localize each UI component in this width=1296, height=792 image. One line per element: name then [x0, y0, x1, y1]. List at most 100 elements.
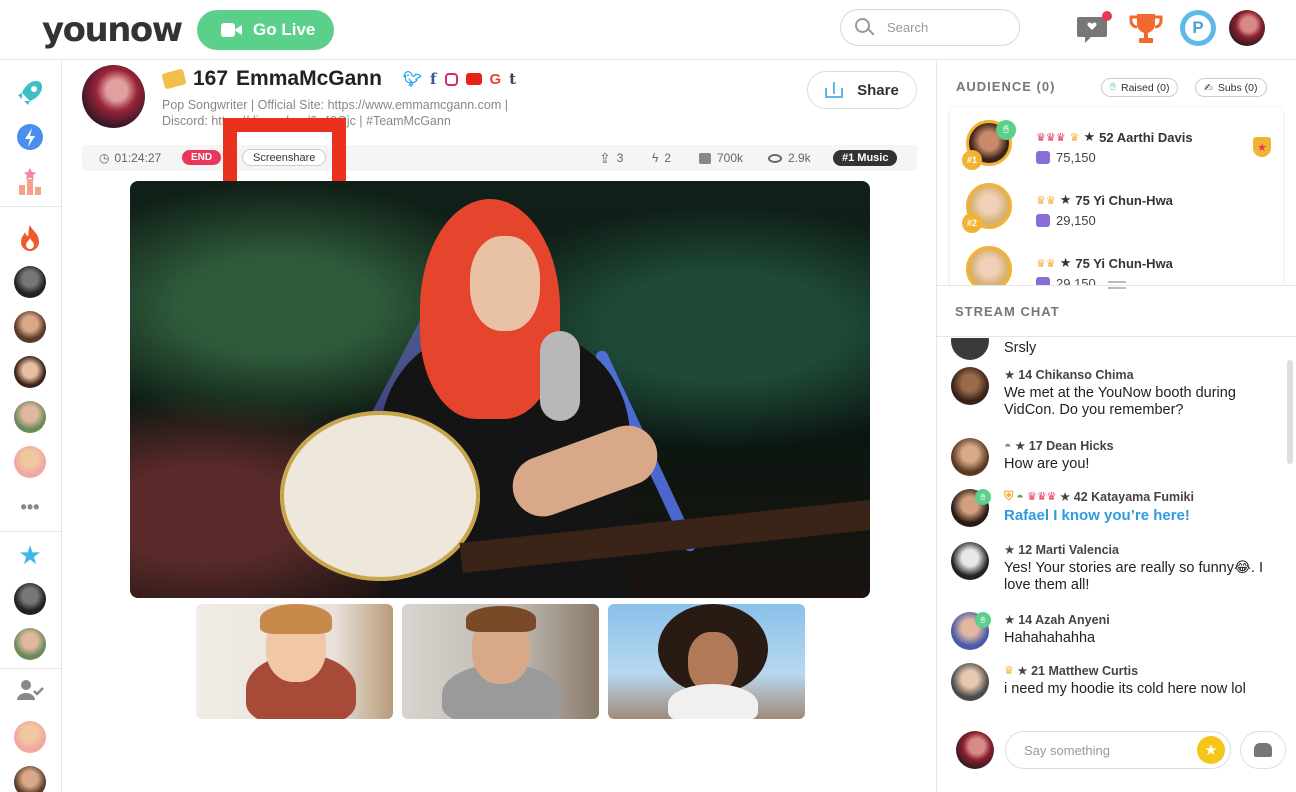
guest-thumbnail-3[interactable]: [608, 604, 805, 719]
broadcaster-avatar[interactable]: [82, 65, 145, 128]
favorite-avatar-2[interactable]: [14, 628, 46, 660]
boosts-count: ϟ 2: [652, 145, 671, 171]
lightning-small-icon: ϟ: [652, 151, 659, 165]
thumbs-up-icon: [1036, 214, 1050, 227]
go-live-button[interactable]: Go Live: [197, 10, 334, 50]
thumbs-up-icon: [699, 152, 711, 164]
search-icon: [855, 17, 875, 38]
trophy-icon[interactable]: [1128, 10, 1164, 46]
chat-text: i need my hoodie its cold here now lol: [1004, 681, 1246, 697]
likes-value: 700k: [717, 151, 744, 165]
viewers-value: 2.9k: [788, 151, 811, 165]
my-chat-avatar: [956, 731, 994, 769]
top-bar: younow Go Live Search P: [0, 0, 1296, 60]
member-name: ♛♛ ★ 75 Yi Chun-Hwa: [1036, 255, 1173, 271]
following-avatar-2[interactable]: [14, 766, 46, 792]
member-likes: 29,150: [1036, 213, 1096, 228]
google-icon[interactable]: G: [490, 71, 502, 88]
shares-count: ⇪ 3: [599, 145, 623, 171]
chat-username[interactable]: ◓ ★ 17 Dean Hicks: [1004, 438, 1114, 454]
share-label: Share: [857, 81, 899, 99]
youtube-icon[interactable]: [465, 73, 482, 85]
gifts-button[interactable]: [1240, 731, 1286, 769]
live-video[interactable]: [130, 181, 870, 598]
trending-fire-icon[interactable]: [14, 222, 46, 254]
audience-member[interactable]: #2 ♛♛ ★ 75 Yi Chun-Hwa 29,150: [950, 175, 1283, 235]
chat-avatar[interactable]: [951, 663, 989, 701]
chat-text: How are you!: [1004, 456, 1090, 472]
more-icon[interactable]: •••: [14, 491, 46, 523]
streamer-avatar-3[interactable]: [14, 356, 46, 388]
audience-member[interactable]: ✋︎ #1 ♛♛♛ ♛ ★ 52 Aarthi Davis 75,150 ★: [950, 112, 1283, 172]
viewers-count: 2.9k: [768, 145, 811, 171]
lightning-icon[interactable]: [14, 121, 46, 153]
subs-label: Subs (0): [1217, 81, 1258, 94]
chat-avatar[interactable]: [951, 438, 989, 476]
stream-stats-bar: ◷ 01:24:27 END Screenshare ⇪ 3 ϟ 2 700k …: [82, 145, 917, 171]
broadcaster-name[interactable]: EmmaMcGann: [236, 67, 382, 91]
audience-member[interactable]: ♛♛ ★ 75 Yi Chun-Hwa 29,150: [950, 238, 1283, 287]
guest-thumbnail-1[interactable]: [196, 604, 393, 719]
camera-icon: [221, 22, 243, 38]
share-count-icon: ⇪: [599, 149, 611, 166]
broadcaster-title: 167 EmmaMcGann: [161, 67, 382, 91]
chat-text: We met at the YouNow booth during VidCon…: [1004, 385, 1236, 418]
chat-scrollbar[interactable]: [1287, 360, 1293, 464]
younow-logo[interactable]: younow: [42, 10, 183, 50]
chat-messages[interactable]: Srsly ★ 14 Chikanso Chima We met at the Y…: [937, 338, 1283, 708]
ticket-icon: [161, 68, 187, 90]
audience-title: AUDIENCE (0): [956, 79, 1056, 94]
rocket-icon[interactable]: [14, 77, 46, 109]
shares-value: 3: [616, 151, 624, 165]
instagram-icon[interactable]: [444, 72, 458, 86]
streamer-avatar-4[interactable]: [14, 401, 46, 433]
member-name: ♛♛ ★ 75 Yi Chun-Hwa: [1036, 192, 1173, 208]
favorite-avatar-1[interactable]: [14, 583, 46, 615]
rank-badge: #2: [962, 213, 982, 233]
star-icon[interactable]: ★: [14, 539, 46, 571]
star-gift-icon[interactable]: ★: [1197, 736, 1225, 764]
guest-thumbnail-2[interactable]: [402, 604, 599, 719]
chat-avatar[interactable]: [951, 542, 989, 580]
thumbs-up-icon: [1036, 151, 1050, 164]
broadcaster-bio: Pop Songwriter | Official Site: https://…: [162, 97, 542, 129]
category-tag[interactable]: #1 Music: [833, 150, 898, 166]
chat-username[interactable]: ⛨ ◓ ♛♛♛ ★ 42 Katayama Fumiki: [1004, 489, 1194, 504]
eye-icon: [768, 153, 782, 163]
search-placeholder: Search: [887, 20, 929, 35]
resize-handle-icon[interactable]: [1108, 281, 1126, 289]
member-avatar: [966, 246, 1012, 287]
props-coin-icon[interactable]: P: [1180, 10, 1216, 46]
user-avatar[interactable]: [1229, 10, 1265, 46]
leaderboard-icon[interactable]: [14, 165, 46, 197]
moderator-shield-icon: ★: [1253, 137, 1271, 157]
search-input[interactable]: Search: [840, 9, 1020, 46]
raised-hand-badge-icon: ✋︎: [996, 120, 1016, 140]
facebook-icon[interactable]: f: [430, 70, 436, 88]
chat-input-placeholder: Say something: [1024, 742, 1110, 758]
chat-text: Rafael I know you’re here!: [1004, 507, 1190, 524]
chat-username[interactable]: ★ 12 Marti Valencia: [1004, 542, 1119, 558]
share-button[interactable]: Share: [807, 71, 917, 109]
rank-badge: #1: [962, 150, 982, 170]
share-icon: [825, 82, 844, 98]
streamer-avatar-1[interactable]: [14, 266, 46, 298]
broadcaster-level: 167: [193, 67, 229, 90]
social-links: 🐦︎ f G t: [403, 70, 516, 88]
raised-filter[interactable]: ✋︎ Raised (0): [1101, 78, 1179, 97]
chat-avatar[interactable]: [951, 338, 989, 360]
twitter-icon[interactable]: 🐦︎: [403, 70, 422, 88]
chat-avatar[interactable]: [951, 367, 989, 405]
notifications-icon[interactable]: [1077, 10, 1113, 46]
following-icon[interactable]: [14, 674, 46, 706]
member-likes: 75,150: [1036, 150, 1096, 165]
tumblr-icon[interactable]: t: [509, 70, 516, 88]
raised-hand-badge-icon: ✋︎: [975, 489, 991, 505]
chat-username[interactable]: ★ 14 Azah Anyeni: [1004, 612, 1110, 628]
chat-username[interactable]: ♛ ★ 21 Matthew Curtis: [1004, 663, 1138, 679]
following-avatar-1[interactable]: [14, 721, 46, 753]
subs-filter[interactable]: ✍︎ Subs (0): [1195, 78, 1267, 97]
chat-username[interactable]: ★ 14 Chikanso Chima: [1004, 367, 1134, 383]
streamer-avatar-2[interactable]: [14, 311, 46, 343]
streamer-avatar-5[interactable]: [14, 446, 46, 478]
